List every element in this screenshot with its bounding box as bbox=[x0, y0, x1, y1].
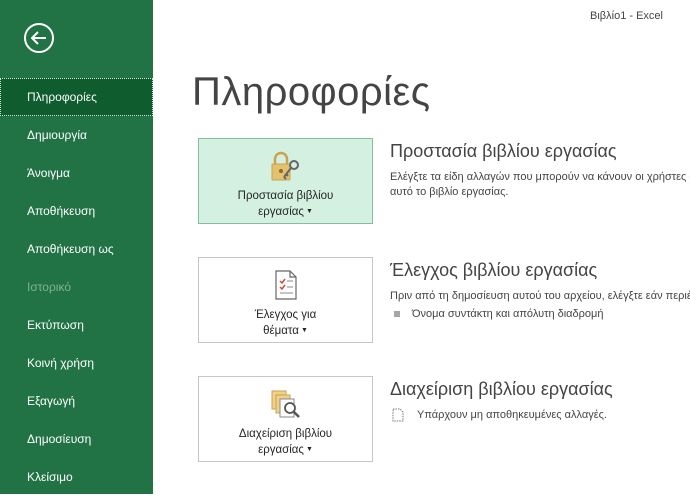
window-title: Βιβλίο1 - Excel bbox=[590, 10, 663, 22]
protect-button-label-line1: Προστασία βιβλίου bbox=[237, 190, 334, 202]
protect-button-label-line2: εργασίας bbox=[258, 206, 304, 219]
chevron-down-icon: ▼ bbox=[300, 327, 308, 334]
protect-heading: Προστασία βιβλίου εργασίας bbox=[390, 141, 617, 161]
back-arrow-icon bbox=[31, 31, 46, 45]
manage-button-label-line2: εργασίας bbox=[258, 444, 304, 457]
nav-item-history: Ιστορικό bbox=[27, 280, 72, 294]
back-button[interactable] bbox=[24, 23, 54, 53]
chevron-down-icon: ▼ bbox=[305, 208, 313, 215]
inspect-button-label-line1: Έλεγχος για bbox=[254, 309, 317, 321]
nav-item-export[interactable]: Εξαγωγή bbox=[0, 382, 153, 420]
protect-workbook-button[interactable]: Προστασία βιβλίου εργασίας ▼ bbox=[198, 138, 373, 224]
check-for-issues-button[interactable]: Έλεγχος για θέματα ▼ bbox=[198, 257, 373, 343]
nav-item-open[interactable]: Άνοιγμα bbox=[0, 154, 153, 192]
lock-key-icon bbox=[271, 151, 299, 181]
backstage-nav: Πληροφορίες Δημιουργία Άνοιγμα Αποθήκευσ… bbox=[0, 78, 153, 496]
bullet-square-icon bbox=[394, 311, 400, 317]
manage-workbook-section: Διαχείριση βιβλίου εργασίας ▼ Διαχείριση … bbox=[198, 376, 690, 462]
inspect-bullet: Όνομα συντάκτη και απόλυτη διαδρομή bbox=[390, 308, 690, 320]
nav-item-publish[interactable]: Δημοσίευση bbox=[0, 420, 153, 458]
chevron-down-icon: ▼ bbox=[305, 446, 313, 453]
inspect-desc-line1: Πριν από τη δημοσίευση αυτού του αρχείου… bbox=[390, 290, 690, 302]
nav-item-info[interactable]: Πληροφορίες bbox=[0, 78, 153, 116]
manage-workbook-icon bbox=[271, 390, 300, 418]
manage-note-text: Υπάρχουν μη αποθηκευμένες αλλαγές. bbox=[417, 409, 607, 421]
nav-item-save[interactable]: Αποθήκευση bbox=[0, 192, 153, 230]
nav-item-close[interactable]: Κλείσιμο bbox=[0, 458, 153, 496]
inspect-bullet-text: Όνομα συντάκτη και απόλυτη διαδρομή bbox=[412, 308, 604, 320]
inspect-workbook-section: Έλεγχος για θέματα ▼ Έλεγχος βιβλίου εργα… bbox=[198, 257, 690, 343]
nav-item-share[interactable]: Κοινή χρήση bbox=[0, 344, 153, 382]
inspect-button-label-line2: θέματα bbox=[263, 325, 299, 338]
inspect-heading: Έλεγχος βιβλίου εργασίας bbox=[390, 260, 598, 280]
nav-item-new[interactable]: Δημιουργία bbox=[0, 116, 153, 154]
nav-item-print[interactable]: Εκτύπωση bbox=[0, 306, 153, 344]
backstage-sidebar: Πληροφορίες Δημιουργία Άνοιγμα Αποθήκευσ… bbox=[0, 0, 153, 494]
nav-item-save-as[interactable]: Αποθήκευση ως bbox=[0, 230, 153, 268]
protect-desc-line1: Ελέγξτε τα είδη αλλαγών που μπορούν να κ… bbox=[390, 171, 690, 183]
manage-heading: Διαχείριση βιβλίου εργασίας bbox=[390, 379, 613, 399]
manage-note: Υπάρχουν μη αποθηκευμένες αλλαγές. bbox=[390, 408, 690, 422]
manage-workbook-button[interactable]: Διαχείριση βιβλίου εργασίας ▼ bbox=[198, 376, 373, 462]
protect-workbook-section: Προστασία βιβλίου εργασίας ▼ Προστασία βι… bbox=[198, 138, 690, 224]
protect-desc-line2: αυτό το βιβλίο εργασίας. bbox=[390, 186, 509, 198]
manage-button-label-line1: Διαχείριση βιβλίου bbox=[238, 428, 333, 440]
page-title: Πληροφορίες bbox=[192, 70, 431, 114]
document-icon bbox=[392, 408, 404, 422]
inspect-document-icon bbox=[274, 270, 297, 300]
